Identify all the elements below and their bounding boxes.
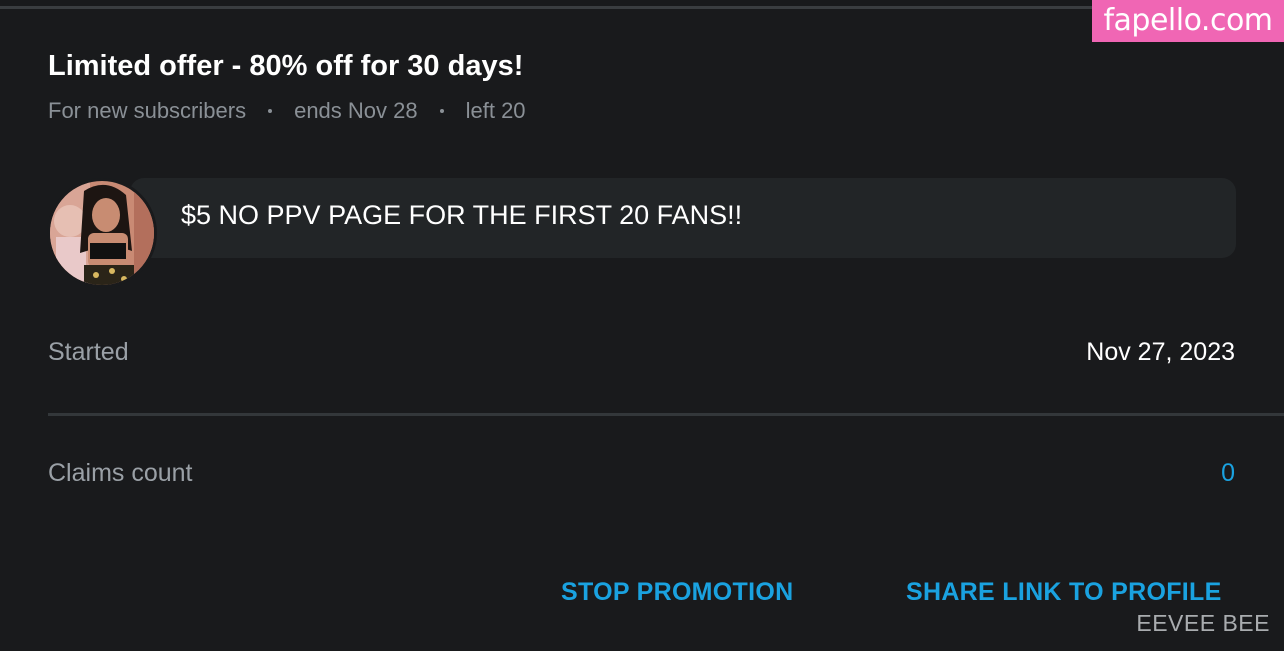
- share-link-to-profile-button[interactable]: SHARE LINK TO PROFILE: [906, 578, 1222, 607]
- claims-count-value[interactable]: 0: [1221, 459, 1235, 488]
- started-label: Started: [48, 338, 129, 366]
- offer-title: Limited offer - 80% off for 30 days!: [48, 50, 524, 82]
- offer-end-date: ends Nov 28: [294, 98, 418, 123]
- stop-promotion-button[interactable]: STOP PROMOTION: [561, 578, 793, 607]
- offer-remaining: left 20: [465, 98, 526, 123]
- avatar-image-icon: [50, 181, 154, 285]
- offer-meta: For new subscribers ends Nov 28 left 20: [48, 98, 526, 124]
- promotion-message-text: $5 NO PPV PAGE FOR THE FIRST 20 FANS!!: [181, 200, 743, 230]
- profile-avatar[interactable]: [47, 178, 157, 288]
- separator-dot-icon: [268, 109, 273, 113]
- site-watermark-badge: fapello.com: [1092, 0, 1284, 42]
- separator-dot-icon: [439, 109, 444, 113]
- claims-count-label: Claims count: [48, 459, 193, 487]
- started-date: Nov 27, 2023: [1086, 338, 1235, 366]
- offer-audience: For new subscribers: [48, 98, 247, 123]
- row-divider: [48, 413, 1284, 416]
- credit-watermark: EEVEE BEE: [1136, 610, 1270, 636]
